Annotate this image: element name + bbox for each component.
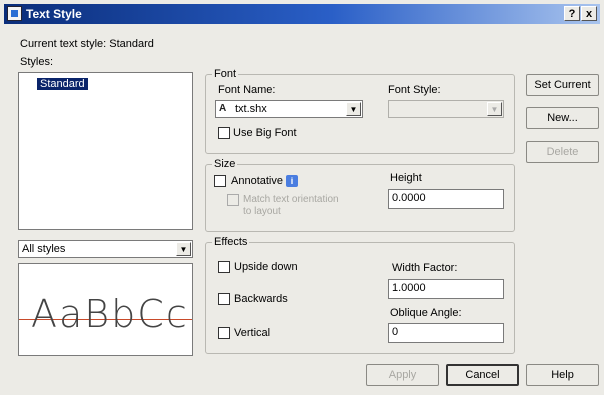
preview-panel: AaBbCc [18,263,193,356]
set-current-button[interactable]: Set Current [526,74,599,96]
styles-filter-dropdown[interactable]: All styles ▼ [18,240,193,258]
annotative-label: Annotative [231,175,283,187]
font-name-dropdown[interactable]: A txt.shx ▼ [215,100,363,118]
current-style-label: Current text style: Standard [20,38,154,50]
chevron-down-icon[interactable]: ▼ [346,102,361,116]
backwards-label: Backwards [234,293,288,305]
chevron-down-icon: ▼ [487,102,502,116]
use-big-font-label: Use Big Font [233,127,297,139]
font-name-label: Font Name: [218,84,276,96]
window-title: Text Style [26,7,82,21]
use-big-font-checkbox[interactable] [218,127,230,139]
preview-text: AaBbCc [31,292,189,336]
width-factor-label: Width Factor: [392,262,458,274]
match-orientation-label: Match text orientation to layout [243,194,339,218]
help-button[interactable]: Help [526,364,599,386]
font-style-label: Font Style: [388,84,441,96]
width-factor-input[interactable]: 1.0000 [388,279,504,299]
font-icon: A [219,103,227,114]
chevron-down-icon[interactable]: ▼ [176,242,191,256]
upside-down-label: Upside down [234,261,298,273]
cancel-button[interactable]: Cancel [446,364,519,386]
oblique-angle-label: Oblique Angle: [390,307,462,319]
match-orientation-label-line1: Match text orientation [243,194,339,205]
oblique-angle-input[interactable]: 0 [388,323,504,343]
vertical-label: Vertical [234,327,271,339]
font-style-dropdown: ▼ [388,100,504,118]
delete-button: Delete [526,141,599,163]
text-style-app-icon [7,6,22,21]
annotative-checkbox[interactable] [214,175,226,187]
title-bar[interactable]: Text Style ? x [4,4,600,24]
size-group-legend: Size [212,158,238,170]
effects-group-legend: Effects [212,236,250,248]
info-icon[interactable]: i [286,175,298,187]
styles-list[interactable]: Standard [18,72,193,230]
close-button[interactable]: x [581,6,597,21]
help-question-button[interactable]: ? [564,6,580,21]
match-orientation-checkbox [227,194,239,206]
styles-label: Styles: [20,56,54,68]
styles-filter-value: All styles [22,243,66,255]
height-label: Height [390,172,422,184]
new-button[interactable]: New... [526,107,599,129]
backwards-checkbox[interactable] [218,293,230,305]
style-list-item-standard[interactable]: Standard [37,78,88,90]
upside-down-checkbox[interactable] [218,261,230,273]
vertical-checkbox[interactable] [218,327,230,339]
font-name-value: txt.shx [235,103,267,115]
apply-button: Apply [366,364,439,386]
height-input[interactable]: 0.0000 [388,189,504,209]
match-orientation-label-line2: to layout [243,206,281,217]
font-group-legend: Font [212,68,239,80]
